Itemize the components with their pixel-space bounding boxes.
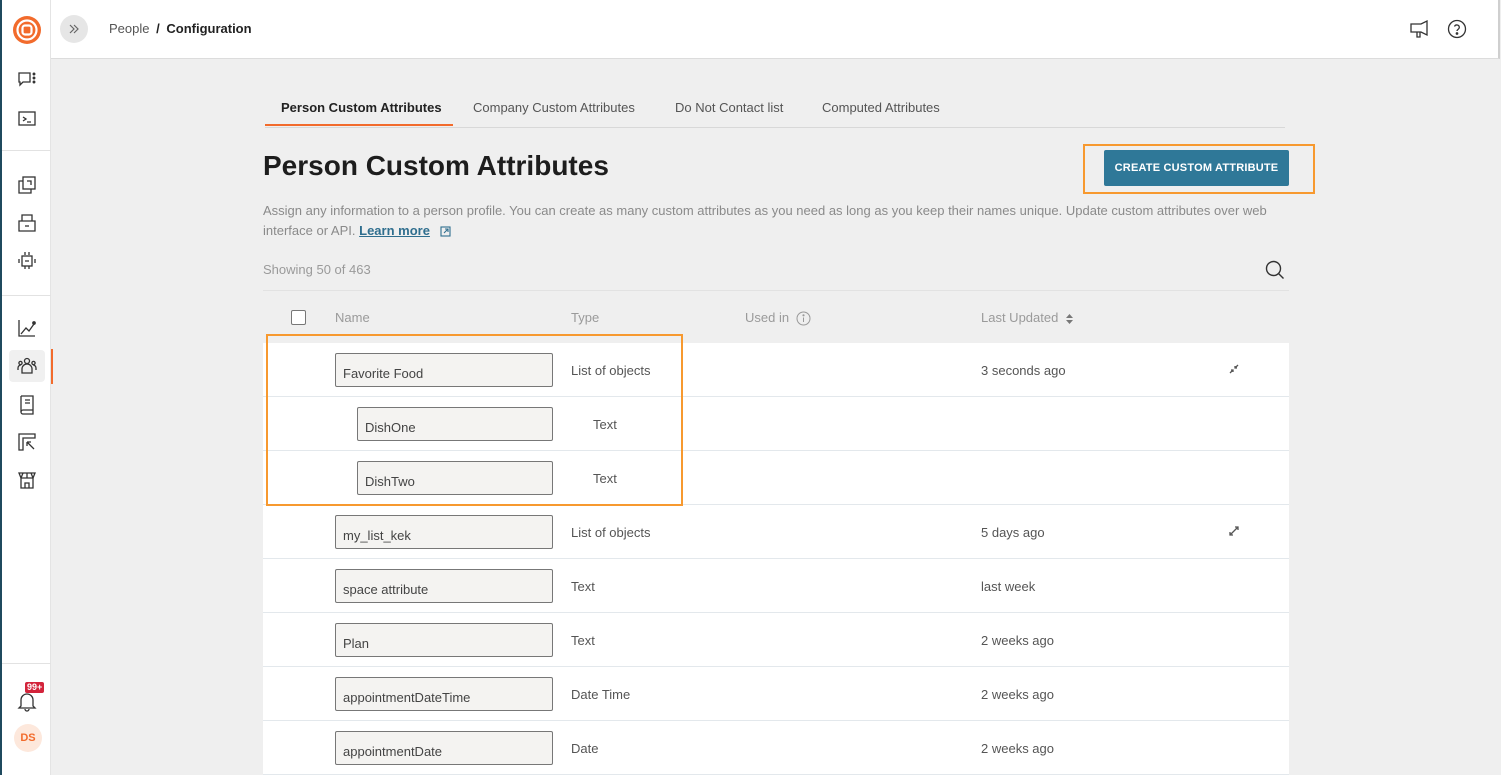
last-updated: 2 weeks ago bbox=[981, 633, 1054, 648]
sidebar-item-layouts[interactable] bbox=[9, 426, 45, 458]
table-row-child: DishTwo Text bbox=[263, 451, 1289, 505]
attribute-type: Text bbox=[593, 417, 617, 432]
page-description: Assign any information to a person profi… bbox=[263, 201, 1293, 241]
tab-company-custom-attributes[interactable]: Company Custom Attributes bbox=[473, 100, 635, 115]
last-updated: 3 seconds ago bbox=[981, 363, 1066, 378]
breadcrumb-current: Configuration bbox=[166, 21, 252, 36]
resize-icon bbox=[18, 433, 36, 451]
learn-more-link[interactable]: Learn more bbox=[359, 223, 430, 238]
analytics-icon bbox=[18, 320, 36, 337]
attribute-type: Text bbox=[571, 633, 595, 648]
attribute-tabs: Person Custom Attributes Company Custom … bbox=[265, 90, 1285, 128]
sidebar-divider bbox=[2, 295, 51, 296]
attribute-name-field[interactable]: appointmentDate bbox=[335, 731, 553, 765]
book-icon bbox=[20, 395, 34, 415]
table-row-child: DishOne Text bbox=[263, 397, 1289, 451]
collapse-icon[interactable] bbox=[1229, 364, 1239, 374]
help-icon[interactable] bbox=[1446, 18, 1468, 40]
sidebar-item-conversations[interactable] bbox=[9, 64, 45, 96]
sidebar-divider bbox=[2, 663, 51, 664]
used-in-label: Used in bbox=[745, 310, 790, 325]
attribute-type: Date bbox=[571, 741, 599, 756]
sidebar-divider bbox=[2, 150, 51, 151]
sort-icon[interactable] bbox=[1065, 313, 1074, 325]
tab-computed-attributes[interactable]: Computed Attributes bbox=[822, 100, 940, 115]
knowledge-icon bbox=[18, 176, 36, 194]
sidebar-item-inbox[interactable] bbox=[9, 207, 45, 239]
expand-sidebar-button[interactable] bbox=[60, 15, 88, 43]
last-updated-label: Last Updated bbox=[981, 310, 1059, 325]
tab-do-not-contact-list[interactable]: Do Not Contact list bbox=[675, 100, 783, 115]
sidebar-item-console[interactable] bbox=[9, 103, 45, 135]
column-header-name[interactable]: Name bbox=[335, 310, 370, 325]
attribute-name-field[interactable]: Plan bbox=[335, 623, 553, 657]
logo-icon[interactable] bbox=[12, 15, 42, 45]
sidebar-item-analytics[interactable] bbox=[9, 312, 45, 344]
attribute-type: Text bbox=[593, 471, 617, 486]
notification-badge: 99+ bbox=[25, 682, 45, 693]
info-icon[interactable] bbox=[796, 311, 811, 326]
bot-icon bbox=[18, 252, 36, 269]
last-updated: 2 weeks ago bbox=[981, 687, 1054, 702]
sidebar-item-knowledge[interactable] bbox=[9, 169, 45, 201]
external-link-icon bbox=[440, 226, 451, 237]
search-icon[interactable] bbox=[1264, 259, 1286, 281]
attribute-type: List of objects bbox=[571, 525, 651, 540]
terminal-icon bbox=[18, 111, 36, 126]
select-all-checkbox[interactable] bbox=[291, 310, 306, 325]
attribute-type: Text bbox=[571, 579, 595, 594]
last-updated: last week bbox=[981, 579, 1036, 594]
column-header-last-updated[interactable]: Last Updated bbox=[981, 310, 1074, 325]
sidebar-item-store[interactable] bbox=[9, 464, 45, 496]
chevrons-right-icon bbox=[69, 24, 79, 34]
table-row: Favorite Food List of objects 3 seconds … bbox=[263, 343, 1289, 397]
attribute-type: Date Time bbox=[571, 687, 631, 702]
attribute-type: List of objects bbox=[571, 363, 651, 378]
expand-icon[interactable] bbox=[1229, 526, 1239, 536]
breadcrumb-parent[interactable]: People bbox=[109, 21, 149, 36]
last-updated: 2 weeks ago bbox=[981, 741, 1054, 756]
table-row: my_list_kek List of objects 5 days ago bbox=[263, 505, 1289, 559]
store-icon bbox=[18, 472, 36, 489]
column-header-used-in: Used in bbox=[745, 310, 811, 326]
sidebar-item-bots[interactable] bbox=[9, 245, 45, 277]
column-header-type[interactable]: Type bbox=[571, 310, 599, 325]
last-updated: 5 days ago bbox=[981, 525, 1045, 540]
chat-list-icon bbox=[18, 72, 36, 87]
tab-person-custom-attributes[interactable]: Person Custom Attributes bbox=[281, 100, 442, 115]
active-indicator bbox=[51, 349, 53, 384]
bell-icon bbox=[17, 693, 37, 712]
left-sidebar: 99+ DS bbox=[0, 0, 53, 775]
inbox-icon bbox=[18, 214, 36, 232]
active-tab-underline bbox=[265, 124, 453, 126]
people-icon bbox=[17, 357, 37, 374]
attribute-name-field[interactable]: my_list_kek bbox=[335, 515, 553, 549]
attribute-name-field[interactable]: DishOne bbox=[357, 407, 553, 441]
sidebar-item-people[interactable] bbox=[9, 350, 45, 382]
results-count: Showing 50 of 463 bbox=[263, 262, 371, 277]
attribute-name-field[interactable]: DishTwo bbox=[357, 461, 553, 495]
sidebar-item-docs[interactable] bbox=[9, 388, 45, 420]
top-bar: People / Configuration bbox=[51, 0, 1500, 59]
announcements-icon[interactable] bbox=[1409, 18, 1431, 40]
table-row: appointmentDate Date 2 weeks ago bbox=[263, 721, 1289, 775]
table-header: Name Type Used in Last Updated bbox=[263, 290, 1289, 344]
breadcrumb: People / Configuration bbox=[109, 21, 252, 36]
avatar[interactable]: DS bbox=[14, 724, 42, 752]
table-row: Plan Text 2 weeks ago bbox=[263, 613, 1289, 667]
table-row: appointmentDateTime Date Time 2 weeks ag… bbox=[263, 667, 1289, 721]
attributes-table: Favorite Food List of objects 3 seconds … bbox=[263, 343, 1289, 775]
breadcrumb-separator: / bbox=[156, 21, 160, 36]
page-title: Person Custom Attributes bbox=[263, 150, 609, 181]
attribute-name-field[interactable]: Favorite Food bbox=[335, 353, 553, 387]
create-custom-attribute-button[interactable]: CREATE CUSTOM ATTRIBUTE bbox=[1104, 150, 1289, 186]
attribute-name-field[interactable]: space attribute bbox=[335, 569, 553, 603]
attribute-name-field[interactable]: appointmentDateTime bbox=[335, 677, 553, 711]
table-row: space attribute Text last week bbox=[263, 559, 1289, 613]
